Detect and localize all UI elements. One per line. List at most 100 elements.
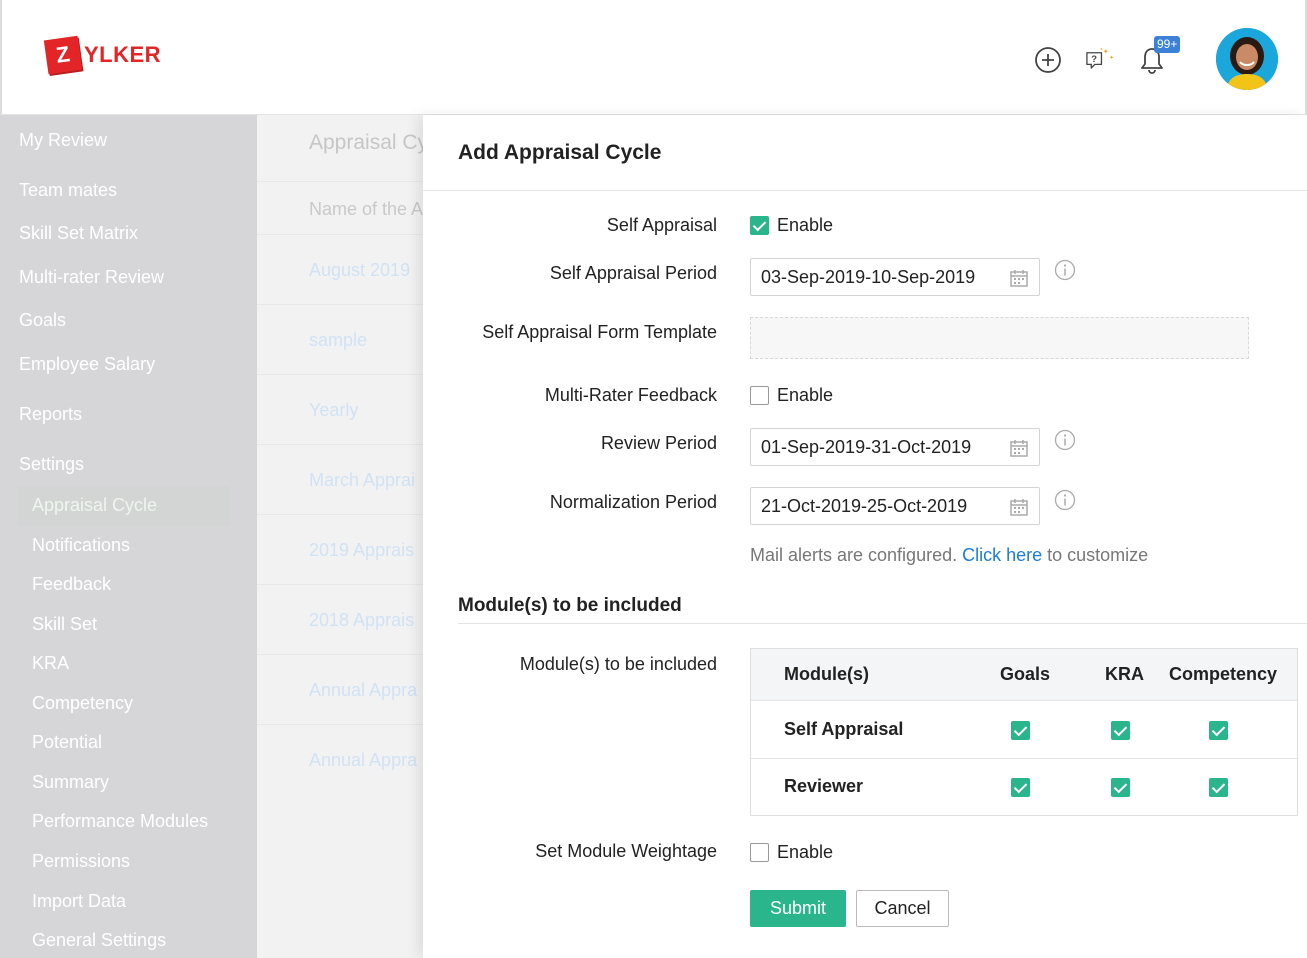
list-column-header: Name of the A: [309, 199, 424, 219]
sidebar-item-reports[interactable]: Reports: [19, 404, 82, 425]
customize-mail-link[interactable]: Click here: [962, 545, 1042, 565]
list-item[interactable]: sample: [309, 330, 367, 351]
table-row-self-appraisal: Self Appraisal: [784, 719, 904, 739]
list-divider: [257, 654, 427, 655]
list-divider: [257, 724, 427, 725]
sidebar-subitem-general-settings[interactable]: General Settings: [32, 930, 166, 951]
list-item[interactable]: 2018 Apprais: [309, 610, 414, 631]
self-appraisal-template-label: Self Appraisal Form Template: [482, 322, 717, 342]
info-icon[interactable]: [1054, 489, 1076, 511]
mail-alert-note: Mail alerts are configured. Click here t…: [750, 545, 1148, 566]
multi-rater-feedback-label: Multi-Rater Feedback: [544, 385, 717, 405]
self-appraisal-template-dropzone[interactable]: [750, 317, 1249, 359]
self-appraisal-goals-checkbox[interactable]: [1011, 721, 1030, 740]
add-appraisal-cycle-panel: Add Appraisal Cycle Self Appraisal Enabl…: [423, 115, 1307, 958]
checkbox-unchecked-icon[interactable]: [750, 843, 769, 862]
sidebar-subitem-notifications[interactable]: Notifications: [32, 535, 130, 556]
sidebar-item-team-mates[interactable]: Team mates: [19, 180, 117, 201]
module-weightage-label: Set Module Weightage: [535, 841, 717, 861]
modules-section-title: Module(s) to be included: [458, 595, 682, 616]
sidebar-subitem-feedback[interactable]: Feedback: [32, 574, 111, 595]
checkbox-label: Enable: [777, 215, 834, 235]
normalization-period-label: Normalization Period: [549, 492, 717, 512]
info-icon[interactable]: [1054, 259, 1076, 281]
review-period-field[interactable]: 01-Sep-2019-31-Oct-2019: [750, 428, 1040, 466]
panel-title: Add Appraisal Cycle: [458, 141, 662, 164]
date-range-value: 03-Sep-2019-10-Sep-2019: [761, 266, 976, 287]
self-appraisal-enable-checkbox[interactable]: Enable: [750, 215, 833, 236]
cancel-button[interactable]: Cancel: [856, 890, 949, 927]
date-range-value: 21-Oct-2019-25-Oct-2019: [761, 495, 968, 516]
self-appraisal-kra-checkbox[interactable]: [1111, 721, 1130, 740]
user-avatar[interactable]: [1216, 28, 1278, 90]
table-row-reviewer: Reviewer: [784, 776, 864, 796]
table-row-divider: [751, 758, 1297, 759]
column-header-competency: Competency: [1169, 664, 1278, 684]
sidebar-subitem-potential[interactable]: Potential: [32, 732, 102, 753]
help-icon[interactable]: ?: [1084, 44, 1116, 76]
top-header: Z YLKER ? 99+: [0, 0, 1307, 115]
sidebar-subitem-import-data[interactable]: Import Data: [32, 891, 126, 912]
section-divider: [458, 623, 1307, 624]
sidebar-subitem-competency[interactable]: Competency: [32, 693, 133, 714]
logo-letter: Z: [43, 35, 83, 75]
modules-label: Module(s) to be included: [519, 654, 717, 674]
checkbox-label: Enable: [777, 842, 834, 862]
self-appraisal-period-label: Self Appraisal Period: [549, 263, 717, 283]
add-circle-icon[interactable]: [1032, 44, 1064, 76]
list-divider: [257, 374, 427, 375]
calendar-icon[interactable]: [1009, 438, 1029, 458]
review-period-label: Review Period: [600, 433, 717, 453]
sidebar-subitem-summary[interactable]: Summary: [32, 772, 109, 793]
list-divider: [257, 181, 427, 182]
calendar-icon[interactable]: [1009, 497, 1029, 517]
list-divider: [257, 514, 427, 515]
appraisal-cycle-list: Appraisal Cy Name of the A August 2019 s…: [257, 115, 427, 958]
reviewer-competency-checkbox[interactable]: [1209, 778, 1228, 797]
calendar-icon[interactable]: [1009, 268, 1029, 288]
list-item[interactable]: Yearly: [309, 400, 358, 421]
checkbox-unchecked-icon[interactable]: [750, 386, 769, 405]
sidebar-item-goals[interactable]: Goals: [19, 310, 66, 331]
self-appraisal-competency-checkbox[interactable]: [1209, 721, 1228, 740]
sidebar-subitem-skill-set[interactable]: Skill Set: [32, 614, 97, 635]
zylker-logo[interactable]: Z YLKER: [43, 35, 161, 75]
mail-note-suffix: to customize: [1042, 545, 1149, 565]
sidebar-item-employee-salary[interactable]: Employee Salary: [19, 354, 155, 375]
notification-badge: 99+: [1154, 36, 1181, 53]
sidebar: My Review Team mates Skill Set Matrix Mu…: [0, 115, 257, 958]
sidebar-item-multi-rater-review[interactable]: Multi-rater Review: [19, 267, 164, 288]
sidebar-subitem-performance-modules[interactable]: Performance Modules: [32, 811, 208, 832]
reviewer-kra-checkbox[interactable]: [1111, 778, 1130, 797]
list-item[interactable]: March Apprai: [309, 470, 415, 491]
list-item[interactable]: 2019 Apprais: [309, 540, 414, 561]
sidebar-subitem-appraisal-cycle[interactable]: Appraisal Cycle: [32, 495, 157, 516]
sidebar-subitem-permissions[interactable]: Permissions: [32, 851, 130, 872]
list-divider: [257, 304, 427, 305]
normalization-period-field[interactable]: 21-Oct-2019-25-Oct-2019: [750, 487, 1040, 525]
list-page-title: Appraisal Cy: [309, 131, 427, 154]
sidebar-item-my-review[interactable]: My Review: [19, 130, 107, 151]
modules-table: Module(s) Goals KRA Competency Self Appr…: [750, 648, 1298, 816]
sidebar-item-settings[interactable]: Settings: [19, 454, 84, 475]
list-divider: [257, 234, 427, 235]
submit-button[interactable]: Submit: [750, 890, 846, 927]
module-weightage-enable-checkbox[interactable]: Enable: [750, 842, 833, 863]
date-range-value: 01-Sep-2019-31-Oct-2019: [761, 436, 972, 457]
checkbox-label: Enable: [777, 385, 834, 405]
sidebar-item-skill-set-matrix[interactable]: Skill Set Matrix: [19, 223, 138, 244]
column-header-goals: Goals: [1000, 664, 1051, 684]
self-appraisal-period-field[interactable]: 03-Sep-2019-10-Sep-2019: [750, 258, 1040, 296]
multi-rater-enable-checkbox[interactable]: Enable: [750, 385, 833, 406]
list-item[interactable]: Annual Appra: [309, 680, 417, 701]
panel-divider: [423, 190, 1307, 191]
mail-note-prefix: Mail alerts are configured.: [750, 545, 963, 565]
column-header-modules: Module(s): [784, 664, 869, 684]
reviewer-goals-checkbox[interactable]: [1011, 778, 1030, 797]
sidebar-subitem-kra[interactable]: KRA: [32, 653, 69, 674]
list-item[interactable]: Annual Appra: [309, 750, 417, 771]
self-appraisal-label: Self Appraisal: [606, 215, 717, 235]
info-icon[interactable]: [1054, 429, 1076, 451]
checkbox-checked-icon[interactable]: [750, 216, 769, 235]
list-item[interactable]: August 2019: [309, 260, 410, 281]
